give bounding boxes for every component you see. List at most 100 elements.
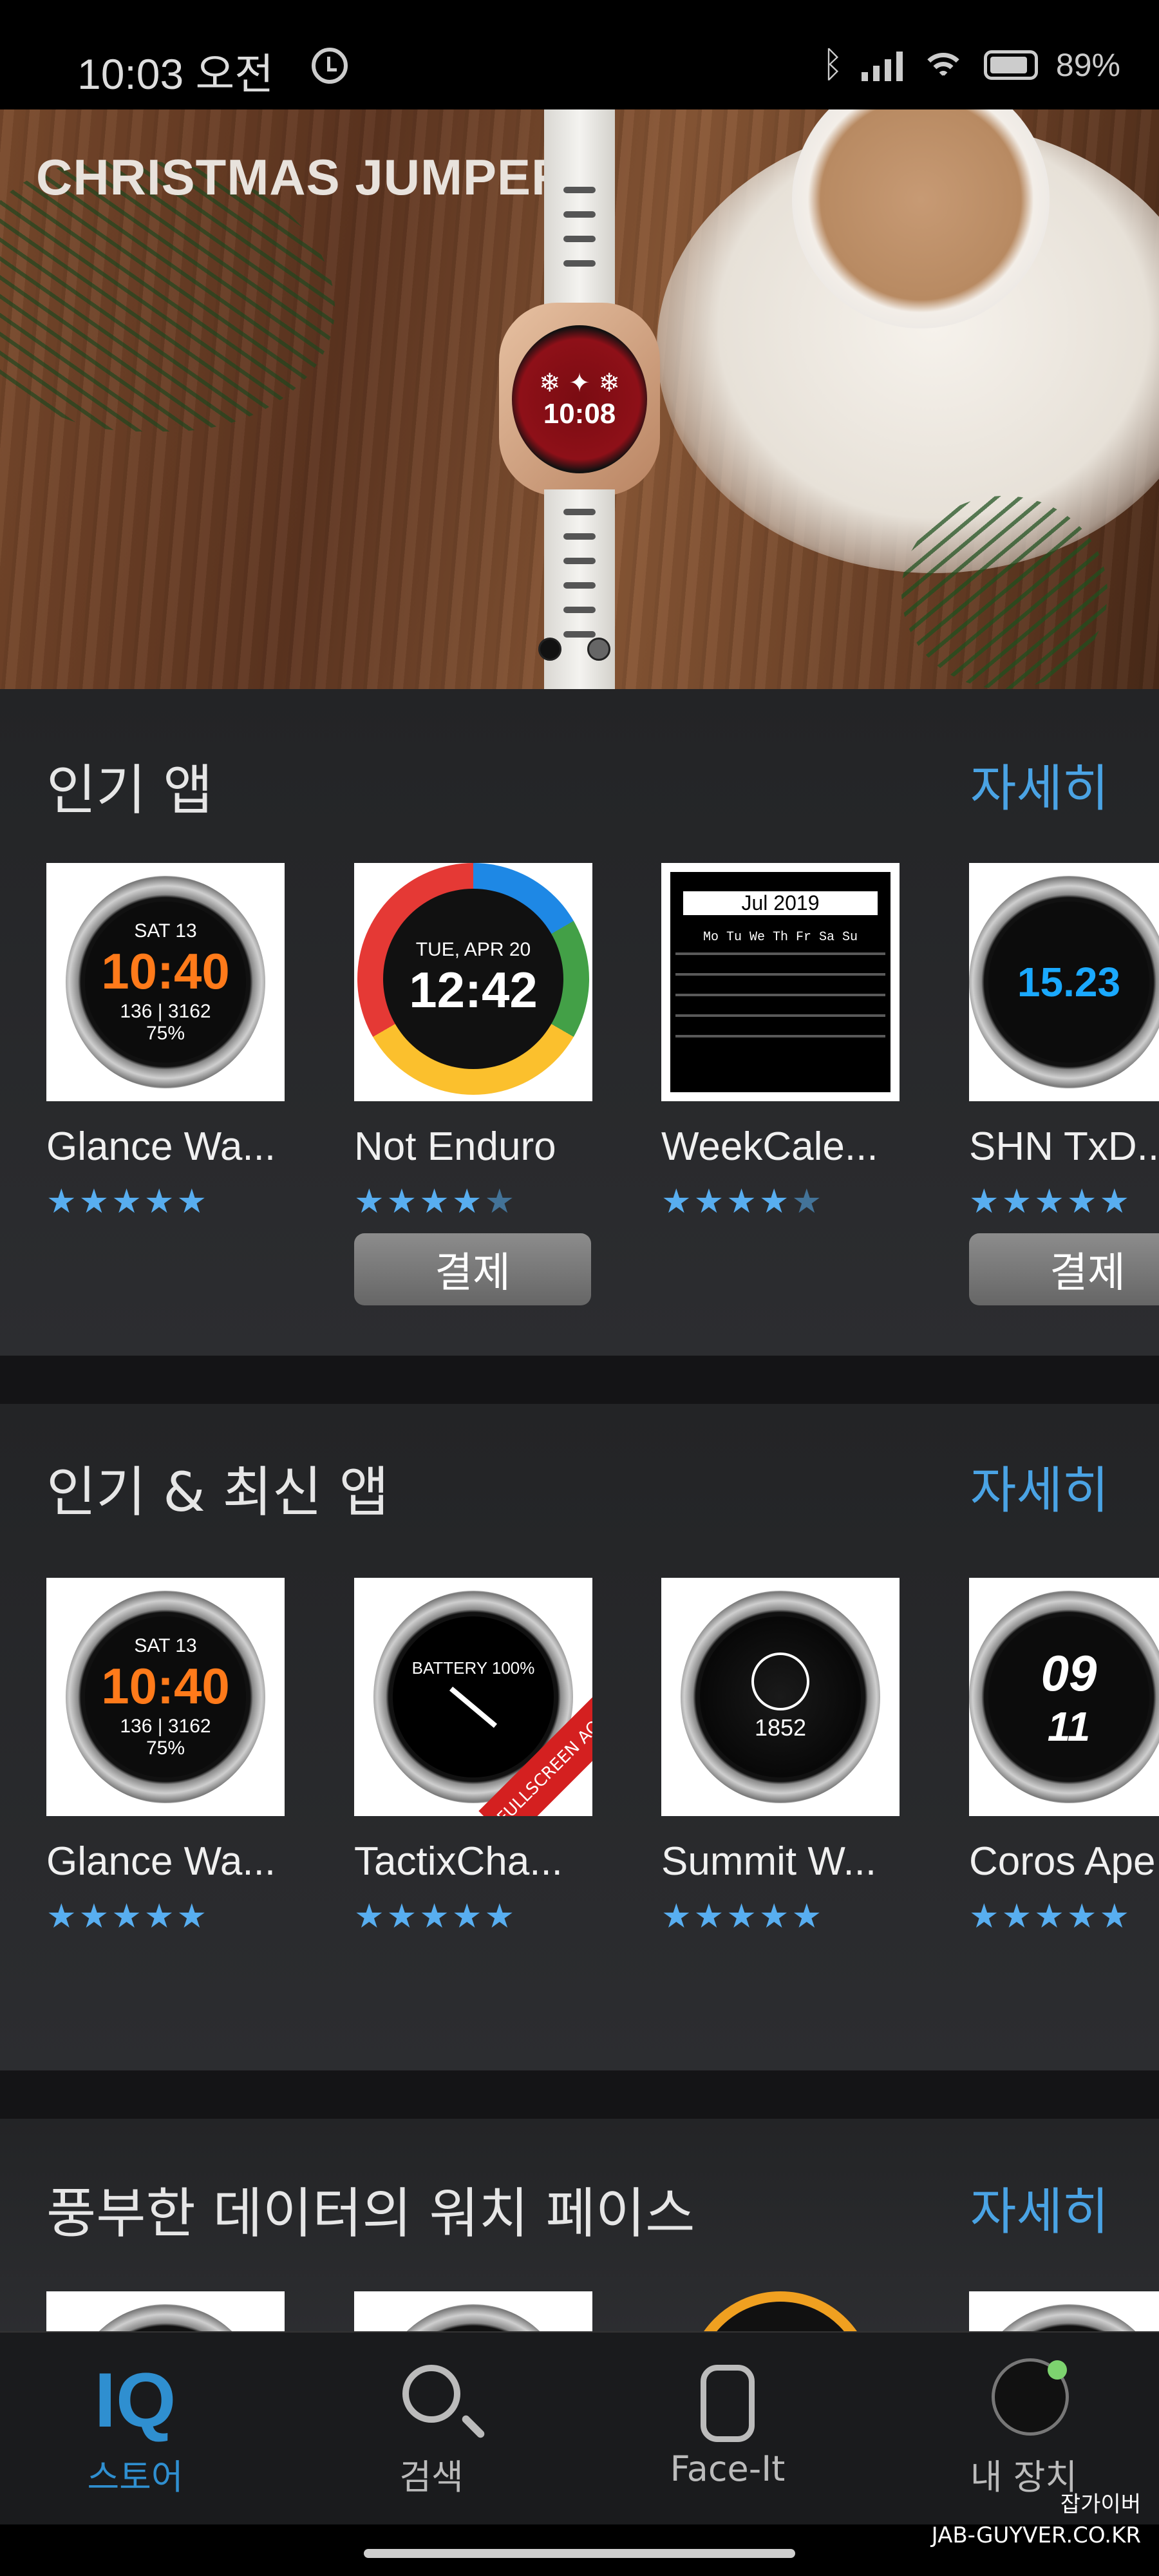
section-data-rich-faces: 풍부한 데이터의 워치 페이스 자세히 — [0, 2119, 1159, 2331]
app-thumbnail: SAT 13 10:40 136 | 3162 75% — [46, 1578, 285, 1816]
nav-label: 검색 — [399, 2457, 464, 2497]
star-icon: ★ — [1099, 1897, 1130, 1936]
banner-watch-time: 10:08 — [543, 398, 616, 430]
see-more-button[interactable]: 자세히 — [970, 2172, 1109, 2244]
star-icon: ★ — [1099, 1182, 1130, 1221]
app-card-summit[interactable]: 1852 Summit W... ★ ★ ★ ★ ★ — [661, 1578, 900, 1964]
star-icon: ★ — [969, 1182, 999, 1221]
app-card-tactix[interactable]: BATTERY 100% FULLSCREEN AOD TactixCha...… — [354, 1578, 592, 1964]
star-rating: ★ ★ ★ ★ ★ — [969, 1900, 1129, 1933]
star-icon: ★ — [693, 1182, 724, 1221]
featured-banner[interactable]: CHRISTMAS JUMPER ❄ ✦ ❄ 10:08 — [0, 109, 1159, 689]
app-thumbnail: TUE, APR 20 12:42 — [354, 863, 592, 1101]
half-star-icon: ★ — [791, 1182, 822, 1221]
app-thumbnail[interactable] — [969, 2291, 1159, 2331]
pay-button[interactable]: 결제 — [354, 1233, 591, 1305]
star-icon: ★ — [969, 1897, 999, 1936]
nav-my-device[interactable]: 내 장치 — [927, 2358, 1120, 2499]
bluetooth-icon: ᛒ — [822, 44, 843, 86]
carousel-dot[interactable] — [587, 638, 610, 661]
nav-search[interactable]: 검색 — [335, 2358, 528, 2499]
star-icon: ★ — [791, 1897, 822, 1936]
iq-store-icon: IQ — [94, 2357, 176, 2443]
star-icon: ★ — [451, 1182, 482, 1221]
star-icon: ★ — [1066, 1897, 1097, 1936]
carousel-indicator — [538, 638, 610, 661]
app-card-glance[interactable]: SAT 13 10:40 136 | 3162 75% Glance Wa...… — [46, 1578, 285, 1964]
search-icon — [335, 2358, 528, 2442]
banner-watch-face: ❄ ✦ ❄ 10:08 — [512, 325, 647, 473]
app-card-glance[interactable]: SAT 13 10:40 136 | 3162 75% Glance Wa...… — [46, 863, 285, 1314]
app-thumbnail[interactable] — [661, 2291, 900, 2331]
star-icon: ★ — [1001, 1182, 1032, 1221]
section-title: 인기 앱 — [46, 759, 213, 822]
star-icon: ★ — [419, 1182, 449, 1221]
star-icon: ★ — [1034, 1182, 1064, 1221]
star-icon: ★ — [726, 1182, 757, 1221]
app-name: Glance Wa... — [46, 1124, 276, 1169]
app-name: Coros Ape — [969, 1839, 1156, 1884]
star-icon: ★ — [726, 1897, 757, 1936]
star-icon: ★ — [176, 1182, 207, 1221]
watermark: 잡가이버 JAB-GUYVER.CO.KR — [931, 2492, 1141, 2548]
section-popular-new-apps: 인기 & 최신 앱 자세히 SAT 13 10:40 136 | 3162 75… — [0, 1404, 1159, 2070]
pine-branch-decoration — [901, 496, 1107, 689]
section-title: 인기 & 최신 앱 — [46, 1461, 390, 1524]
device-icon — [927, 2358, 1120, 2442]
star-rating: ★ ★ ★ ★ ★ — [354, 1185, 514, 1218]
star-rating: ★ ★ ★ ★ ★ — [969, 1185, 1129, 1218]
app-thumbnail: BATTERY 100% FULLSCREEN AOD — [354, 1578, 592, 1816]
watch-icon — [631, 2358, 824, 2442]
app-name: Not Enduro — [354, 1124, 556, 1169]
nav-store[interactable]: IQ 스토어 — [39, 2358, 232, 2499]
see-more-button[interactable]: 자세히 — [970, 748, 1109, 820]
half-star-icon: ★ — [484, 1182, 515, 1221]
pay-button[interactable]: 결제 — [969, 1233, 1159, 1305]
section-divider — [0, 2070, 1159, 2119]
star-icon: ★ — [386, 1182, 417, 1221]
star-rating: ★ ★ ★ ★ ★ — [661, 1185, 822, 1218]
banner-title: CHRISTMAS JUMPER — [36, 149, 569, 205]
app-thumbnail: 09 11 — [969, 1578, 1159, 1816]
star-icon: ★ — [661, 1182, 692, 1221]
nav-face-it[interactable]: Face-It — [631, 2358, 824, 2489]
star-icon: ★ — [354, 1897, 384, 1936]
battery-icon — [983, 50, 1038, 80]
nav-label: 스토어 — [87, 2457, 184, 2497]
star-icon: ★ — [759, 1182, 789, 1221]
star-rating: ★ ★ ★ ★ ★ — [661, 1900, 822, 1933]
app-card-weekcalendar[interactable]: Jul 2019 Mo Tu We Th Fr Sa Su WeekCale..… — [661, 863, 900, 1314]
star-icon: ★ — [176, 1897, 207, 1936]
app-card-shn-txd[interactable]: 15.23 SHN TxD... ★ ★ ★ ★ ★ 결제 — [969, 863, 1159, 1314]
see-more-button[interactable]: 자세히 — [970, 1450, 1109, 1522]
carousel-dot[interactable] — [538, 638, 561, 661]
star-icon: ★ — [759, 1897, 789, 1936]
star-rating: ★ ★ ★ ★ ★ — [46, 1185, 207, 1218]
app-name: WeekCale... — [661, 1124, 878, 1169]
star-icon: ★ — [693, 1897, 724, 1936]
star-icon: ★ — [419, 1897, 449, 1936]
app-card-not-enduro[interactable]: TUE, APR 20 12:42 Not Enduro ★ ★ ★ ★ ★ 결제 — [354, 863, 592, 1314]
app-card-coros-ape[interactable]: 09 11 Coros Ape ★ ★ ★ ★ ★ — [969, 1578, 1159, 1964]
wifi-icon — [920, 49, 966, 81]
app-thumbnail[interactable] — [46, 2291, 285, 2331]
star-icon: ★ — [354, 1182, 384, 1221]
status-bar: 10:03 오전 ᛒ 89% — [0, 0, 1159, 109]
nav-label: Face-It — [670, 2448, 786, 2489]
star-icon: ★ — [79, 1897, 109, 1936]
home-indicator[interactable] — [364, 2549, 795, 2558]
app-thumbnail: 15.23 — [969, 863, 1159, 1101]
status-indicators: ᛒ 89% — [822, 44, 1120, 86]
star-icon: ★ — [386, 1897, 417, 1936]
star-icon: ★ — [79, 1182, 109, 1221]
star-rating: ★ ★ ★ ★ ★ — [46, 1900, 207, 1933]
app-thumbnail[interactable] — [354, 2291, 592, 2331]
app-thumbnail: 1852 — [661, 1578, 900, 1816]
section-title: 풍부한 데이터의 워치 페이스 — [46, 2182, 695, 2245]
battery-percent: 89% — [1055, 46, 1120, 83]
watch-strap — [544, 109, 615, 309]
section-popular-apps: 인기 앱 자세히 SAT 13 10:40 136 | 3162 75% Gla… — [0, 689, 1159, 1356]
signal-icon — [861, 49, 903, 81]
star-icon: ★ — [661, 1897, 692, 1936]
app-name: Glance Wa... — [46, 1839, 276, 1884]
